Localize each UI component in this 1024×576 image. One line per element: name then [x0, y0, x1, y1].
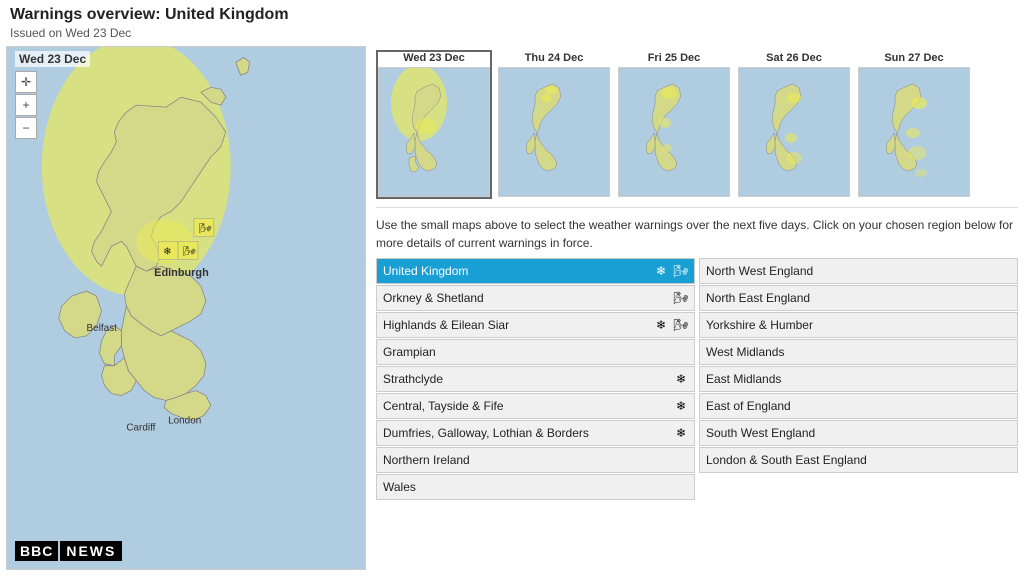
- region-icons-central: ❄: [672, 397, 694, 415]
- region-icons-orkney: 🌬: [672, 289, 694, 307]
- region-row-nw-england[interactable]: North West England: [699, 258, 1018, 284]
- svg-text:London: London: [168, 415, 201, 426]
- region-row-west-midlands[interactable]: West Midlands: [699, 339, 1018, 365]
- region-name-northern-ireland: Northern Ireland: [377, 450, 694, 470]
- region-row-grampian[interactable]: Grampian: [376, 339, 695, 365]
- region-name-grampian: Grampian: [377, 342, 694, 362]
- zoom-out-button[interactable]: −: [15, 117, 37, 139]
- thumb-map-thu: [498, 67, 610, 197]
- date-thumb-sun[interactable]: Sun 27 Dec: [856, 50, 972, 199]
- thumb-map-sat: [738, 67, 850, 197]
- region-icons-strathclyde: ❄: [672, 370, 694, 388]
- region-row-orkney[interactable]: Orkney & Shetland 🌬: [376, 285, 695, 311]
- snow-icon: ❄: [652, 262, 670, 280]
- description-text: Use the small maps above to select the w…: [376, 208, 1018, 258]
- snow-icon-dumfries: ❄: [672, 424, 690, 442]
- main-map-panel: Wed 23 Dec ✛ + −: [6, 46, 366, 570]
- snow-icon-highlands: ❄: [652, 316, 670, 334]
- region-table: United Kingdom ❄ 🌬 Orkney & Shetland 🌬 H…: [376, 258, 1018, 570]
- region-name-west-midlands: West Midlands: [700, 342, 1017, 362]
- region-name-nw-england: North West England: [700, 261, 1017, 281]
- region-name-uk: United Kingdom: [377, 261, 652, 281]
- svg-text:🌬: 🌬: [199, 222, 212, 234]
- region-icons-dumfries: ❄: [672, 424, 694, 442]
- region-row-strathclyde[interactable]: Strathclyde ❄: [376, 366, 695, 392]
- date-thumb-fri[interactable]: Fri 25 Dec: [616, 50, 732, 199]
- region-row-yorkshire[interactable]: Yorkshire & Humber: [699, 312, 1018, 338]
- region-icons-uk: ❄ 🌬: [652, 262, 694, 280]
- bbc-news-logo: BBC NEWS: [15, 541, 122, 561]
- region-icons-highlands: ❄ 🌬: [652, 316, 694, 334]
- wind-icon-orkney: 🌬: [672, 289, 690, 307]
- region-name-strathclyde: Strathclyde: [377, 369, 672, 389]
- date-thumb-wed[interactable]: Wed 23 Dec: [376, 50, 492, 199]
- svg-text:Edinburgh: Edinburgh: [154, 267, 209, 279]
- region-row-wales[interactable]: Wales: [376, 474, 695, 500]
- snow-icon-strathclyde: ❄: [672, 370, 690, 388]
- date-thumb-sat[interactable]: Sat 26 Dec: [736, 50, 852, 199]
- region-row-central[interactable]: Central, Tayside & Fife ❄: [376, 393, 695, 419]
- region-row-highlands[interactable]: Highlands & Eilean Siar ❄ 🌬: [376, 312, 695, 338]
- region-row-east-england[interactable]: East of England: [699, 393, 1018, 419]
- svg-text:Belfast: Belfast: [87, 323, 118, 334]
- page-title: Warnings overview: United Kingdom: [0, 0, 1024, 26]
- region-name-orkney: Orkney & Shetland: [377, 288, 672, 308]
- region-name-dumfries: Dumfries, Galloway, Lothian & Borders: [377, 423, 672, 443]
- svg-text:🌬: 🌬: [183, 245, 196, 257]
- thumb-map-fri: [618, 67, 730, 197]
- region-row-ne-england[interactable]: North East England: [699, 285, 1018, 311]
- zoom-in-button[interactable]: +: [15, 94, 37, 116]
- region-name-wales: Wales: [377, 477, 694, 497]
- region-name-east-england: East of England: [700, 396, 1017, 416]
- region-col-right: North West England North East England Yo…: [699, 258, 1018, 570]
- wind-icon: 🌬: [672, 262, 690, 280]
- region-row-uk[interactable]: United Kingdom ❄ 🌬: [376, 258, 695, 284]
- thumb-map-sun: [858, 67, 970, 197]
- thumb-map-wed: [378, 67, 490, 197]
- region-name-sw-england: South West England: [700, 423, 1017, 443]
- pan-control[interactable]: ✛: [15, 71, 37, 93]
- date-thumbnails-row: Wed 23 Dec Thu 24 Dec: [376, 46, 1018, 208]
- snow-icon-central: ❄: [672, 397, 690, 415]
- map-date-label: Wed 23 Dec: [15, 51, 90, 67]
- page-subtitle: Issued on Wed 23 Dec: [0, 26, 1024, 46]
- bbc-text: BBC: [15, 541, 58, 561]
- region-name-ne-england: North East England: [700, 288, 1017, 308]
- region-row-london-se[interactable]: London & South East England: [699, 447, 1018, 473]
- svg-text:❄: ❄: [163, 246, 171, 257]
- region-name-london-se: London & South East England: [700, 450, 1017, 470]
- region-row-northern-ireland[interactable]: Northern Ireland: [376, 447, 695, 473]
- map-controls: ✛ + −: [15, 71, 37, 139]
- right-panel: Wed 23 Dec Thu 24 Dec: [370, 46, 1024, 570]
- svg-text:Cardiff: Cardiff: [126, 422, 155, 433]
- region-name-east-midlands: East Midlands: [700, 369, 1017, 389]
- region-col-left: United Kingdom ❄ 🌬 Orkney & Shetland 🌬 H…: [376, 258, 695, 570]
- region-row-sw-england[interactable]: South West England: [699, 420, 1018, 446]
- date-thumb-thu[interactable]: Thu 24 Dec: [496, 50, 612, 199]
- region-name-highlands: Highlands & Eilean Siar: [377, 315, 652, 335]
- region-name-yorkshire: Yorkshire & Humber: [700, 315, 1017, 335]
- region-name-central: Central, Tayside & Fife: [377, 396, 672, 416]
- region-row-dumfries[interactable]: Dumfries, Galloway, Lothian & Borders ❄: [376, 420, 695, 446]
- wind-icon-highlands: 🌬: [672, 316, 690, 334]
- news-text: NEWS: [60, 541, 122, 561]
- uk-map-svg: 🌬 ❄ 🌬 Edinburgh Belfast Cardiff London: [7, 47, 365, 569]
- region-row-east-midlands[interactable]: East Midlands: [699, 366, 1018, 392]
